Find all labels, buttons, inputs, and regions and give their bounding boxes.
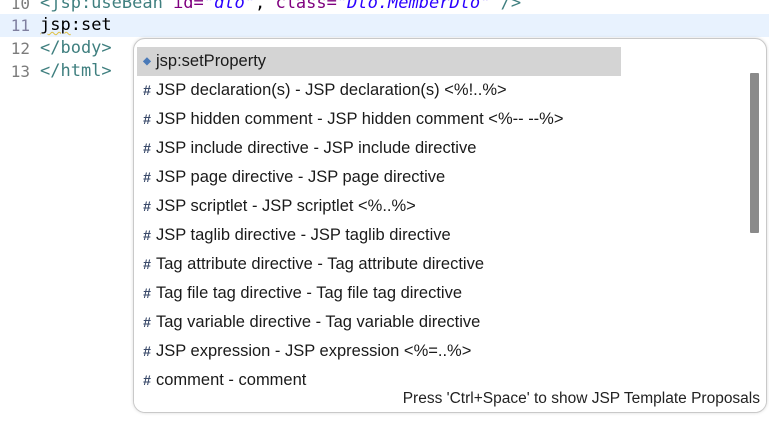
- template-icon: #: [143, 256, 151, 272]
- proposal-label: JSP page directive - JSP page directive: [156, 168, 446, 186]
- proposal-label: jsp:setProperty: [156, 52, 267, 70]
- proposal-item[interactable]: # JSP expression - JSP expression <%=..%>: [134, 337, 746, 366]
- template-icon: #: [143, 285, 151, 301]
- proposal-item[interactable]: # JSP declaration(s) - JSP declaration(s)…: [134, 76, 746, 105]
- code-token: <jsp:useBean: [40, 0, 174, 13]
- proposal-label: JSP taglib directive - JSP taglib direct…: [156, 226, 451, 244]
- code-token: ,: [254, 0, 276, 13]
- line-number: 11: [10, 16, 30, 35]
- code-line[interactable]: 10 <jsp:useBean id="dto", class="Dto.Memb…: [0, 0, 769, 15]
- proposal-label: JSP include directive - JSP include dire…: [156, 139, 477, 157]
- line-number: 10: [10, 0, 30, 13]
- proposal-item[interactable]: ◆ jsp:setProperty: [137, 47, 621, 76]
- proposal-item[interactable]: # JSP include directive - JSP include dir…: [134, 134, 746, 163]
- code-token: </body>: [40, 38, 112, 58]
- template-icon: #: [143, 198, 151, 214]
- proposal-label: JSP scriptlet - JSP scriptlet <%..%>: [156, 197, 416, 215]
- template-icon: #: [143, 111, 151, 127]
- code-editor[interactable]: 10 <jsp:useBean id="dto", class="Dto.Memb…: [0, 0, 769, 444]
- scrollbar-thumb[interactable]: [750, 73, 759, 233]
- proposal-label: Tag variable directive - Tag variable di…: [156, 313, 481, 331]
- proposal-item[interactable]: # Tag attribute directive - Tag attribute…: [134, 250, 746, 279]
- proposal-item[interactable]: # JSP scriptlet - JSP scriptlet <%..%>: [134, 192, 746, 221]
- proposal-label: JSP expression - JSP expression <%=..%>: [156, 342, 472, 360]
- template-icon: #: [143, 227, 151, 243]
- tag-proposal-icon: ◆: [143, 56, 151, 67]
- proposal-item[interactable]: # JSP page directive - JSP page directive: [134, 163, 746, 192]
- code-token: id=: [173, 0, 204, 13]
- template-icon: #: [143, 82, 151, 98]
- code-token: "Dto.MemberDto": [336, 0, 491, 13]
- proposal-item[interactable]: # JSP hidden comment - JSP hidden comment…: [134, 105, 746, 134]
- content-assist-status-bar: Press 'Ctrl+Space' to show JSP Template …: [134, 386, 766, 412]
- proposal-label: JSP hidden comment - JSP hidden comment …: [156, 110, 564, 128]
- code-token: "dto": [203, 0, 255, 13]
- line-code: </body>: [40, 37, 112, 60]
- line-code: </html>: [40, 60, 112, 83]
- template-icon: #: [143, 140, 151, 156]
- template-icon: #: [143, 343, 151, 359]
- line-number: 13: [10, 62, 30, 81]
- line-code: <jsp:useBean id="dto", class="Dto.Member…: [40, 0, 521, 15]
- proposal-item[interactable]: # Tag variable directive - Tag variable d…: [134, 308, 746, 337]
- proposal-list[interactable]: ◆ jsp:setProperty # JSP declaration(s) - JS…: [134, 47, 746, 395]
- template-icon: #: [143, 314, 151, 330]
- proposal-label: Tag attribute directive - Tag attribute …: [156, 255, 485, 273]
- code-token: class=: [275, 0, 337, 13]
- proposal-item[interactable]: # JSP taglib directive - JSP taglib direc…: [134, 221, 746, 250]
- proposal-label: Tag file tag directive - Tag file tag di…: [156, 284, 463, 302]
- code-token: />: [490, 0, 522, 13]
- content-assist-popup[interactable]: ◆ jsp:setProperty # JSP declaration(s) - JS…: [133, 38, 767, 413]
- line-number: 12: [10, 39, 30, 58]
- code-token: </html>: [40, 61, 112, 81]
- code-line[interactable]: 11 jsp:set: [0, 14, 769, 37]
- proposal-item[interactable]: # Tag file tag directive - Tag file tag d…: [134, 279, 746, 308]
- template-icon: #: [143, 169, 151, 185]
- line-code: jsp:set: [40, 14, 112, 37]
- status-text: Press 'Ctrl+Space' to show JSP Template …: [402, 390, 760, 407]
- code-token: jsp: [40, 15, 71, 35]
- proposal-label: JSP declaration(s) - JSP declaration(s) …: [156, 81, 507, 99]
- code-token: :set: [70, 15, 112, 35]
